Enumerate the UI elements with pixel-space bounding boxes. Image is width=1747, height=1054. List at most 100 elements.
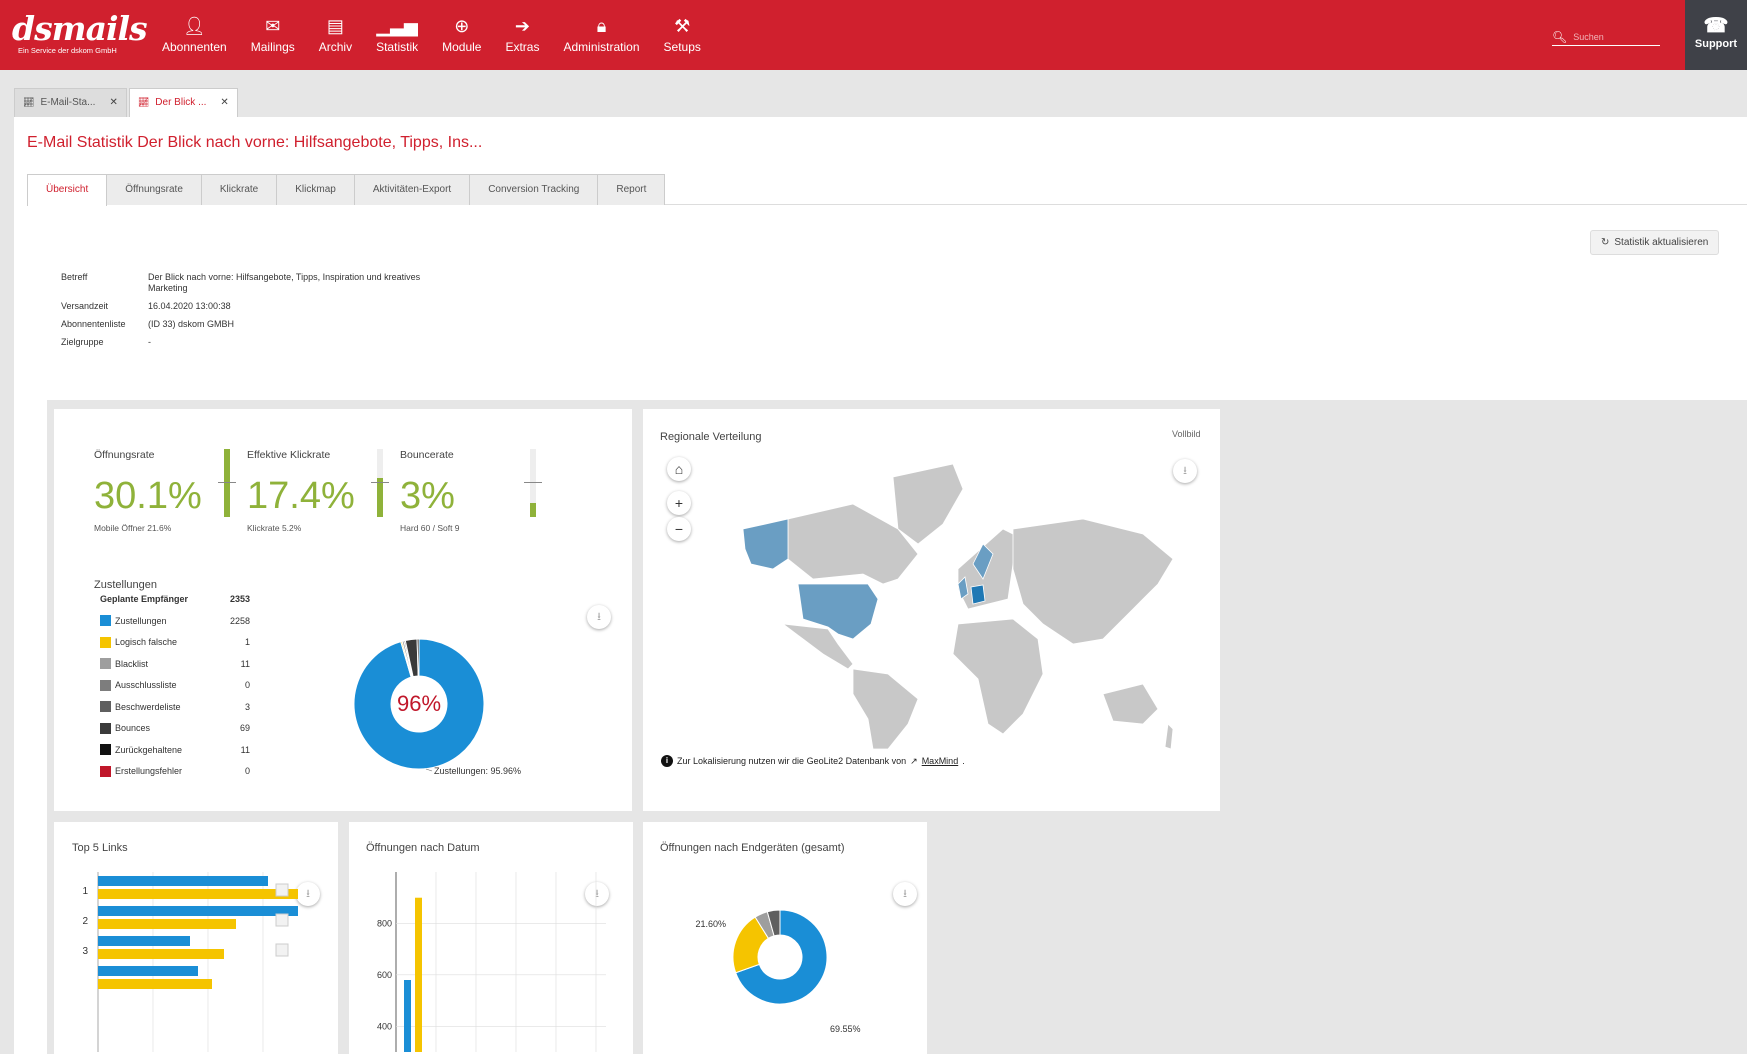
- close-icon[interactable]: ✕: [220, 97, 228, 117]
- refresh-label: Statistik aktualisieren: [1614, 237, 1709, 248]
- info-icon[interactable]: [275, 913, 289, 927]
- meta-value: 16.04.2020 13:00:38: [148, 301, 231, 311]
- info-icon[interactable]: [275, 943, 289, 957]
- kpi-sub: Klickrate 5.2%: [247, 523, 302, 533]
- y-tick-label: 800: [377, 918, 392, 928]
- download-icon[interactable]: ⭳: [1173, 459, 1197, 483]
- mailing-meta: Betreff Der Blick nach vorne: Hilfsangebo…: [61, 272, 458, 355]
- legend-name: Zurückgehaltene: [115, 744, 183, 755]
- row-label: 3: [82, 946, 88, 957]
- tab-5[interactable]: Conversion Tracking: [470, 174, 599, 205]
- dashboard: Öffnungsrate 30.1% Mobile Öffner 21.6% Effe…: [47, 400, 1747, 1054]
- bar[interactable]: [404, 980, 411, 1052]
- nav-item-label: Setups: [663, 40, 701, 54]
- tab-1[interactable]: Öffnungsrate: [107, 174, 202, 205]
- bar[interactable]: [98, 966, 198, 976]
- support-label: Support: [1694, 38, 1738, 50]
- brand-logo[interactable]: dsmails Ein Service der dskom GmbH: [12, 12, 148, 66]
- map-germany: [970, 584, 986, 605]
- document-tab[interactable]: 📈︎ Der Blick ... ✕: [128, 88, 238, 117]
- top-links-title: Top 5 Links: [72, 842, 128, 854]
- kpi-gauge-fill: [530, 503, 536, 517]
- refresh-statistics-button[interactable]: ↻ Statistik aktualisieren: [1590, 230, 1720, 255]
- legend-swatch: [100, 636, 111, 648]
- kpi-gauge-tick: [371, 482, 389, 483]
- info-icon[interactable]: [275, 883, 289, 897]
- kpi-label: Bouncerate: [400, 449, 454, 461]
- nav-item-abonnenten[interactable]: 👤︎ Abonnenten: [150, 0, 239, 70]
- legend-count: 1: [244, 637, 250, 648]
- bar[interactable]: [98, 949, 224, 959]
- tab-3[interactable]: Klickmap: [277, 174, 355, 205]
- document-tab-label: E-Mail-Sta...: [40, 97, 96, 108]
- legend-item: Erstellungsfehler 0: [100, 761, 250, 783]
- map-alaska: [742, 518, 789, 570]
- legend-swatch: [100, 744, 111, 756]
- kpi-gauge: [371, 449, 389, 517]
- nav-item-label: Abonnenten: [162, 40, 227, 54]
- opens-by-device-card: Öffnungen nach Endgeräten (gesamt) ⭳ 21.…: [643, 822, 927, 1054]
- user-icon: 👤︎: [182, 16, 206, 36]
- nav-item-extras[interactable]: ➔ Extras: [493, 0, 551, 70]
- home-icon[interactable]: ⌂: [667, 457, 691, 481]
- search-box[interactable]: 🔍︎: [1552, 28, 1664, 46]
- main-panel: E-Mail Statistik Der Blick nach vorne: H…: [14, 117, 1747, 1054]
- nav-item-module[interactable]: ⊕ Module: [430, 0, 493, 70]
- bar[interactable]: [415, 897, 422, 1052]
- meta-key: Zielgruppe: [61, 337, 104, 347]
- nav-item-setups[interactable]: ⚒ Setups: [652, 0, 713, 70]
- opens-by-device-donut: 21.60% 69.55%: [695, 909, 861, 1034]
- main-nav: 👤︎ Abonnenten ✉ Mailings ▤ Archiv ▁▃▅ Statistik…: [150, 0, 713, 70]
- close-icon[interactable]: ✕: [109, 97, 117, 117]
- donut-center-label: 96%: [397, 691, 441, 716]
- nav-item-mailings[interactable]: ✉ Mailings: [239, 0, 307, 70]
- kpi-gauge-fill: [377, 477, 383, 517]
- chart-icon: 📈︎: [23, 97, 35, 107]
- nav-item-label: Statistik: [376, 40, 419, 54]
- arrow-right-icon: ➔: [514, 16, 531, 36]
- tab-4[interactable]: Aktivitäten-Export: [354, 174, 471, 205]
- bar[interactable]: [98, 906, 298, 916]
- legend-name: Zustellungen: [115, 615, 167, 626]
- legend-name: Bounces: [115, 723, 151, 734]
- maxmind-link[interactable]: MaxMind: [922, 756, 959, 766]
- world-map: [742, 463, 1173, 749]
- nav-item-archiv[interactable]: ▤ Archiv: [307, 0, 364, 70]
- zoom-out-icon[interactable]: −: [667, 517, 691, 541]
- kpi-gauge: [524, 449, 542, 517]
- legend-header-name: Geplante Empfänger: [100, 594, 189, 604]
- opens-by-date-card: Öffnungen nach Datum ⭳ 400 600 800: [349, 822, 633, 1054]
- bar[interactable]: [98, 979, 212, 989]
- bar[interactable]: [98, 936, 190, 946]
- envelope-icon: ✉: [265, 16, 281, 36]
- nav-item-administration[interactable]: 🔒︎ Administration: [551, 0, 651, 70]
- search-input[interactable]: [1573, 31, 1664, 42]
- fullscreen-link[interactable]: Vollbild: [1172, 429, 1201, 439]
- kpi-sub: Mobile Öffner 21.6%: [94, 523, 172, 533]
- bar[interactable]: [98, 876, 268, 886]
- meta-row: Zielgruppe -: [61, 337, 458, 348]
- nav-item-statistik[interactable]: ▁▃▅ Statistik: [364, 0, 430, 70]
- support-button[interactable]: ☎ Support: [1685, 0, 1747, 70]
- bar[interactable]: [98, 889, 298, 899]
- legend-name: Ausschlussliste: [115, 680, 177, 691]
- kpi-0: Öffnungsrate 30.1% Mobile Öffner 21.6%: [94, 449, 236, 533]
- bar[interactable]: [98, 919, 236, 929]
- tab-6[interactable]: Report: [598, 174, 666, 205]
- legend-header-count: 2353: [229, 594, 250, 604]
- meta-key: Abonnentenliste: [61, 319, 126, 329]
- nav-item-label: Extras: [505, 40, 540, 54]
- phone-icon: ☎: [1703, 15, 1729, 37]
- top-links-card: Top 5 Links ⭳ 123: [54, 822, 338, 1054]
- zoom-in-icon[interactable]: +: [667, 491, 691, 515]
- tab-0[interactable]: Übersicht: [27, 174, 108, 206]
- legend-count: 3: [244, 701, 250, 712]
- kpi-value: 30.1%: [94, 475, 202, 517]
- legend-swatch: [100, 722, 111, 734]
- document-tab[interactable]: 📈︎ E-Mail-Sta... ✕: [14, 88, 127, 117]
- top-bar: dsmails Ein Service der dskom GmbH 👤︎ Abo…: [0, 0, 1747, 70]
- legend-name: Beschwerdeliste: [115, 701, 181, 712]
- meta-row: Betreff Der Blick nach vorne: Hilfsangebo…: [61, 272, 458, 294]
- opens-by-device-title: Öffnungen nach Endgeräten (gesamt): [660, 842, 845, 854]
- tab-2[interactable]: Klickrate: [201, 174, 278, 205]
